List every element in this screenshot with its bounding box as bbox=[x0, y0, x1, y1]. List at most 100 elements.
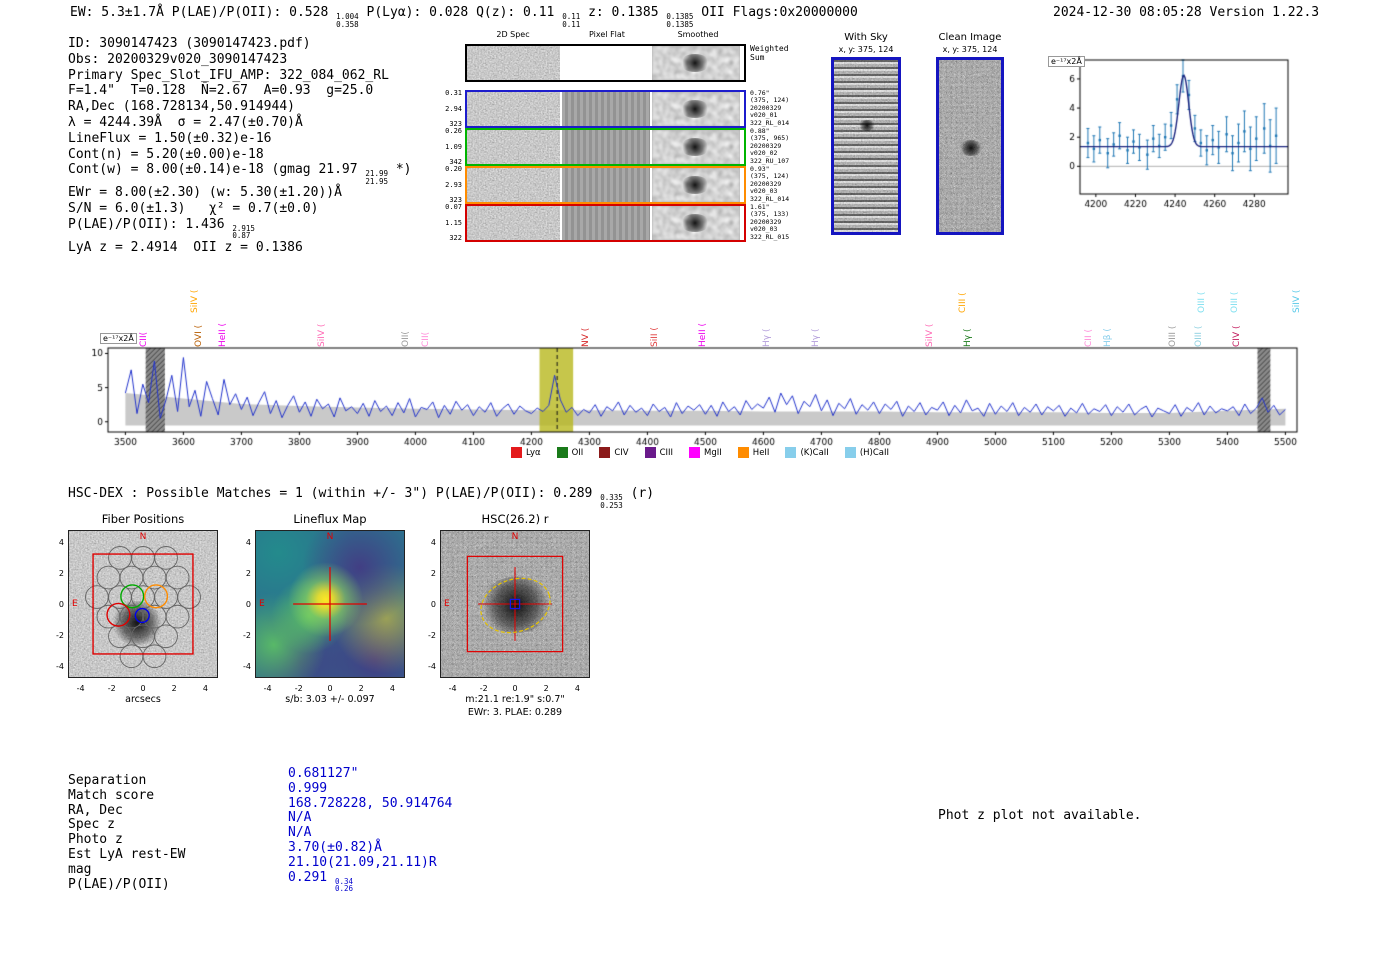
photz-note: Phot z plot not available. bbox=[938, 808, 1142, 823]
report-datetime: 2024-12-30 08:05:28 Version 1.22.3 bbox=[1053, 5, 1320, 20]
legend-swatch bbox=[844, 447, 856, 458]
smoothed-source-blob bbox=[680, 100, 710, 118]
cutout-row-left-labels: 0.20 2.93 323 bbox=[445, 165, 462, 204]
spec2d-cutout bbox=[467, 92, 560, 126]
panel-xtick: 2 bbox=[358, 684, 364, 693]
panel-xtick: -4 bbox=[76, 684, 85, 693]
stacked-fraction: 1.004 0.358 bbox=[336, 12, 359, 29]
panel-ytick: 4 bbox=[245, 537, 251, 547]
emission-line-label: CIII ( bbox=[958, 292, 969, 313]
legend-swatch bbox=[511, 447, 522, 458]
col-header-smoothed: Smoothed bbox=[677, 30, 719, 39]
highlighted-fiber-circle bbox=[143, 584, 169, 609]
cutout-row-left-labels: 0.07 1.15 322 bbox=[445, 203, 462, 242]
cutout-row-left-labels bbox=[440, 44, 462, 82]
info-line: λ = 4244.39Å σ = 2.47(±0.70)Å bbox=[68, 114, 303, 130]
stacked-fraction: 2.915 0.87 bbox=[232, 223, 255, 241]
panel-ytick: 0 bbox=[245, 600, 251, 609]
cutout-row: 0.31 2.94 323 0.76" (375, 124) 20200329 v020_0… bbox=[440, 89, 812, 128]
clean-image-source-blob bbox=[959, 140, 983, 156]
smoothed-source-blob bbox=[680, 176, 710, 194]
cutout-row-right-labels: Weighted Sum bbox=[750, 44, 789, 62]
panel-xtick: -4 bbox=[263, 684, 272, 693]
panel-ytick: -2 bbox=[243, 631, 251, 641]
hsc-compass-north: N bbox=[511, 532, 519, 542]
elixer-report-page: EW: 5.3±1.7Å P(LAE)/P(OII): 0.528 1.004 0… bbox=[0, 0, 1400, 953]
legend-swatch bbox=[785, 447, 797, 458]
panel-ytick: 2 bbox=[245, 568, 251, 578]
panel-xtick: 2 bbox=[171, 684, 177, 693]
line-fit-canvas bbox=[1040, 48, 1300, 228]
panel-ytick: -4 bbox=[243, 662, 251, 672]
fiber-circle bbox=[154, 624, 178, 649]
smoothed-cutout bbox=[652, 130, 740, 164]
panel-xtick: 0 bbox=[512, 684, 518, 693]
panel-xtick: 4 bbox=[574, 684, 580, 693]
stacked-fraction: 0.34 0.26 bbox=[334, 876, 354, 894]
stacked-fraction: 21.99 21.95 bbox=[365, 169, 388, 186]
info-line: Cont(w) = 8.00(±0.14)e-18 (gmag 21.97 21… bbox=[68, 162, 412, 186]
cutout-row-strip bbox=[465, 204, 746, 242]
legend-swatch bbox=[737, 447, 749, 458]
fiber-circle bbox=[177, 585, 201, 609]
legend-swatch bbox=[644, 447, 656, 458]
cutout-row-right-labels: 0.76" (375, 124) 20200329 v020_01 322_RL_014 bbox=[750, 89, 790, 127]
legend-item: (K)CaII bbox=[785, 447, 829, 458]
smoothed-source-blob bbox=[680, 54, 710, 72]
fiber-compass-east: E bbox=[72, 599, 78, 609]
full-spectrum-canvas bbox=[92, 338, 1307, 450]
cutout-row: Weighted Sum bbox=[440, 44, 812, 82]
hsc-overlay-svg bbox=[466, 555, 564, 653]
panel-xtick: 2 bbox=[543, 684, 549, 693]
lineflux-caption: s/b: 3.03 +/- 0.097 bbox=[285, 694, 375, 705]
legend-label: HeII bbox=[752, 447, 770, 458]
summary-header: EW: 5.3±1.7Å P(LAE)/P(OII): 0.528 1.004 0… bbox=[70, 5, 858, 29]
panel-xtick: -4 bbox=[448, 684, 457, 693]
emission-line-label: SiIV ( bbox=[190, 289, 201, 313]
info-line: Primary Spec_Slot_IFU_AMP: 322_084_062_R… bbox=[68, 67, 389, 83]
lineflux-overlay-svg bbox=[293, 567, 367, 641]
panel-ytick: 2 bbox=[430, 568, 436, 578]
pixel-flat-cutout bbox=[562, 168, 650, 202]
smoothed-source-blob bbox=[680, 138, 710, 156]
legend-label: (K)CaII bbox=[800, 447, 829, 458]
fiber-circle bbox=[131, 546, 155, 570]
info-line: LineFlux = 1.50(±0.32)e-16 bbox=[68, 130, 272, 146]
fiber-circle bbox=[165, 604, 190, 629]
panel-ytick: 2 bbox=[58, 568, 64, 578]
panel-ytick: 0 bbox=[58, 600, 64, 609]
fiber-circle bbox=[154, 546, 178, 570]
panel-xtick: -2 bbox=[479, 684, 488, 693]
hsc-caption-1: m:21.1 re:1.9" s:0.7" bbox=[465, 694, 565, 705]
panel-ytick: 4 bbox=[430, 537, 436, 547]
with-sky-source-blob bbox=[858, 120, 876, 131]
hsc-compass-east: E bbox=[444, 599, 450, 609]
pixel-flat-cutout bbox=[562, 46, 650, 80]
clean-image-coords: x, y: 375, 124 bbox=[942, 45, 998, 54]
info-line: EWr = 8.00(±2.30) (w: 5.30(±1.20))Å bbox=[68, 185, 342, 201]
match-table-label: Photo z bbox=[68, 832, 123, 848]
panel-xtick: 0 bbox=[140, 684, 146, 693]
fiber-circle bbox=[108, 624, 132, 649]
match-table-value: N/A bbox=[288, 825, 312, 841]
hsc-caption-2: EWr: 3. PLAE: 0.289 bbox=[467, 707, 563, 718]
cutout-row-left-labels: 0.26 1.09 342 bbox=[445, 127, 462, 166]
spec2d-cutout bbox=[467, 206, 560, 240]
cutout-row-strip bbox=[465, 166, 746, 204]
legend-item: HeII bbox=[737, 447, 770, 458]
fiber-circle bbox=[131, 624, 155, 649]
cutout-row-right-labels: 0.93" (375, 124) 20200329 v020_03 322_RL_014 bbox=[750, 165, 790, 203]
legend-item: CIV bbox=[599, 447, 629, 458]
smoothed-source-blob bbox=[680, 214, 710, 232]
with-sky-coords: x, y: 375, 124 bbox=[838, 45, 894, 54]
legend-swatch bbox=[556, 447, 568, 458]
panel-ytick: -4 bbox=[428, 662, 436, 672]
match-table-values: 0.681127" 0.999 168.728228, 50.914764 N/A N/… bbox=[288, 766, 452, 894]
lineflux-compass-east: E bbox=[259, 599, 265, 609]
legend-label: CIV bbox=[614, 447, 629, 458]
smoothed-cutout bbox=[652, 46, 740, 80]
info-line: S/N = 6.0(±1.3) χ² = 0.7(±0.0) bbox=[68, 201, 319, 217]
info-line: RA,Dec (168.728134,50.914944) bbox=[68, 99, 295, 115]
line-fit-flux-units: e⁻¹⁷x2Å bbox=[1048, 56, 1085, 67]
fiber-circle bbox=[96, 565, 121, 590]
